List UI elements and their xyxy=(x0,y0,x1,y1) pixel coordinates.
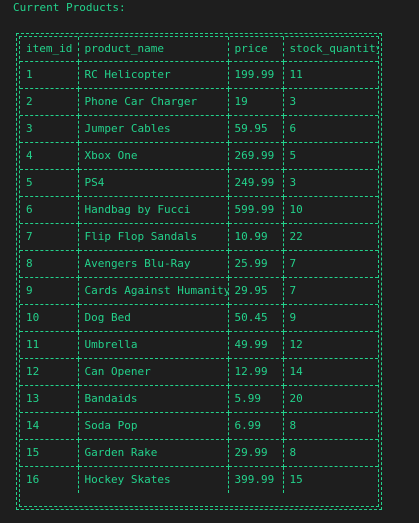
table-row: 4 Xbox One 269.99 5 xyxy=(20,142,378,170)
cell-item-id: 7 xyxy=(20,223,79,251)
cell-price: 49.99 xyxy=(228,331,284,359)
cell-price: 269.99 xyxy=(228,142,284,170)
cell-price: 59.95 xyxy=(228,115,284,143)
cell-price: 29.95 xyxy=(228,277,284,305)
cell-stock-quantity: 3 xyxy=(283,169,378,197)
cell-stock-quantity: 12 xyxy=(283,331,378,359)
table-row: 15 Garden Rake 29.99 8 xyxy=(20,439,378,467)
cell-item-id: 15 xyxy=(20,439,79,467)
cell-price: 399.99 xyxy=(228,466,284,493)
cell-item-id: 1 xyxy=(20,61,79,89)
cell-product-name: Cards Against Humanity xyxy=(78,277,229,305)
cell-product-name: RC Helicopter xyxy=(78,61,229,89)
cell-product-name: Umbrella xyxy=(78,331,229,359)
cell-price: 5.99 xyxy=(228,385,284,413)
cell-price: 199.99 xyxy=(228,61,284,89)
cell-price: 599.99 xyxy=(228,196,284,224)
column-header-item-id: item_id xyxy=(20,37,79,62)
cell-product-name: Flip Flop Sandals xyxy=(78,223,229,251)
cell-product-name: Phone Car Charger xyxy=(78,88,229,116)
table-row: 9 Cards Against Humanity 29.95 7 xyxy=(20,277,378,305)
cell-stock-quantity: 7 xyxy=(283,277,378,305)
cell-price: 50.45 xyxy=(228,304,284,332)
table-row: 11 Umbrella 49.99 12 xyxy=(20,331,378,359)
column-header-stock-quantity: stock_quantity xyxy=(283,37,378,62)
cell-item-id: 11 xyxy=(20,331,79,359)
table-row: 10 Dog Bed 50.45 9 xyxy=(20,304,378,332)
table-row: 6 Handbag by Fucci 599.99 10 xyxy=(20,196,378,224)
cell-stock-quantity: 11 xyxy=(283,61,378,89)
column-header-product-name: product_name xyxy=(78,37,229,62)
cell-item-id: 10 xyxy=(20,304,79,332)
table-row: 8 Avengers Blu-Ray 25.99 7 xyxy=(20,250,378,278)
cell-product-name: Hockey Skates xyxy=(78,466,229,493)
cell-stock-quantity: 15 xyxy=(289,473,303,487)
cell-stock-quantity: 6 xyxy=(283,115,378,143)
table-row: 16 Hockey Skates 399.99 15 xyxy=(20,466,378,493)
table-row: 14 Soda Pop 6.99 8 xyxy=(20,412,378,440)
cell-product-name: Can Opener xyxy=(78,358,229,386)
output-heading: Current Products: xyxy=(13,1,126,14)
cell-stock-quantity: 20 xyxy=(283,385,378,413)
cell-price: 12.99 xyxy=(228,358,284,386)
table-row: 3 Jumper Cables 59.95 6 xyxy=(20,115,378,143)
table-row: 1 RC Helicopter 199.99 11 xyxy=(20,61,378,89)
column-header-price: price xyxy=(228,37,284,62)
cell-product-name: Xbox One xyxy=(78,142,229,170)
table-row: 13 Bandaids 5.99 20 xyxy=(20,385,378,413)
cell-stock-quantity: 8 xyxy=(283,439,378,467)
cell-stock-quantity: 7 xyxy=(283,250,378,278)
table-row: 7 Flip Flop Sandals 10.99 22 xyxy=(20,223,378,251)
cell-item-id: 4 xyxy=(20,142,79,170)
cell-price: 6.99 xyxy=(228,412,284,440)
products-table-frame: item_id product_name price stock_quantit… xyxy=(16,33,382,510)
cell-item-id: 8 xyxy=(20,250,79,278)
cell-item-id: 5 xyxy=(20,169,79,197)
cell-stock-quantity: 3 xyxy=(283,88,378,116)
cell-product-name: PS4 xyxy=(78,169,229,197)
cell-price: 19 xyxy=(228,88,284,116)
cell-price: 25.99 xyxy=(228,250,284,278)
table-row: 12 Can Opener 12.99 14 xyxy=(20,358,378,386)
cell-product-name: Dog Bed xyxy=(78,304,229,332)
cell-price: 249.99 xyxy=(228,169,284,197)
cell-price: 29.99 xyxy=(228,439,284,467)
cell-item-id: 16 xyxy=(20,466,79,493)
cell-product-name: Handbag by Fucci xyxy=(78,196,229,224)
cell-stock-quantity: 14 xyxy=(283,358,378,386)
terminal-window[interactable]: Current Products: item_id product_name p… xyxy=(0,0,419,523)
cell-item-id: 3 xyxy=(20,115,79,143)
cell-item-id: 9 xyxy=(20,277,79,305)
cell-product-name: Bandaids xyxy=(78,385,229,413)
cell-product-name: Garden Rake xyxy=(78,439,229,467)
cell-item-id: 14 xyxy=(20,412,79,440)
cell-item-id: 2 xyxy=(20,88,79,116)
cell-product-name: Jumper Cables xyxy=(78,115,229,143)
cell-stock-quantity: 8 xyxy=(283,412,378,440)
table-body: 1 RC Helicopter 199.99 11 2 Phone Car Charger… xyxy=(20,61,378,493)
table-header-row: item_id product_name price stock_quantit… xyxy=(20,37,378,62)
products-table: item_id product_name price stock_quantit… xyxy=(20,37,378,493)
cell-price: 10.99 xyxy=(228,223,284,251)
cell-item-id: 13 xyxy=(20,385,79,413)
cell-item-id: 12 xyxy=(20,358,79,386)
cell-product-name: Avengers Blu-Ray xyxy=(78,250,229,278)
cell-item-id: 6 xyxy=(20,196,79,224)
cell-stock-quantity: 9 xyxy=(283,304,378,332)
cell-stock-quantity: 22 xyxy=(283,223,378,251)
table-row: 5 PS4 249.99 3 xyxy=(20,169,378,197)
cell-product-name: Soda Pop xyxy=(78,412,229,440)
cell-stock-quantity: 10 xyxy=(283,196,378,224)
cell-stock-quantity: 5 xyxy=(283,142,378,170)
table-row: 2 Phone Car Charger 19 3 xyxy=(20,88,378,116)
